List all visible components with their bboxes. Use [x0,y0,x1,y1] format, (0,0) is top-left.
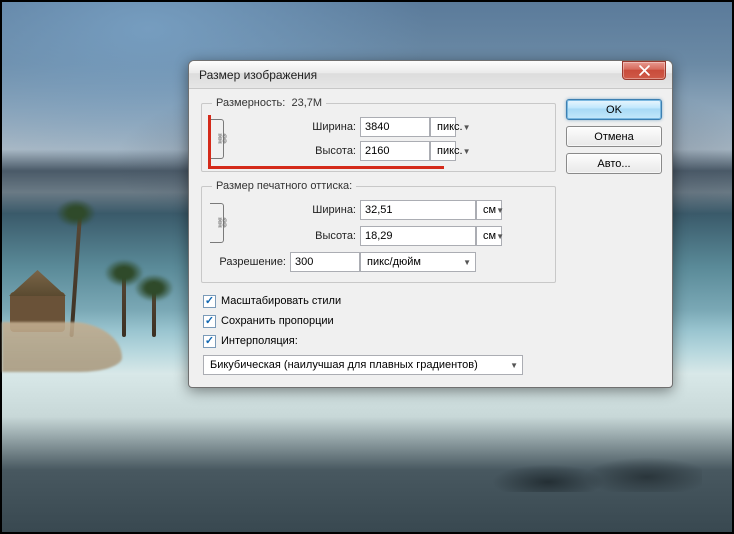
scale-styles-checkbox[interactable] [203,295,216,308]
dialog-title: Размер изображения [199,68,317,82]
print-width-label: Ширина: [290,204,360,216]
print-height-label: Высота: [290,230,360,242]
print-size-group: Размер печатного оттиска: Ширина: см ▼ ⛓… [201,180,556,283]
wallpaper-palm [152,282,156,337]
resolution-unit-select[interactable]: пикс/дюйм ▼ [360,252,476,272]
print-height-input[interactable] [360,226,476,246]
wallpaper-palm [122,267,126,337]
wallpaper-beach [2,322,122,372]
pixel-width-unit-select[interactable]: пикс. ▼ [430,117,456,137]
width-label: Ширина: [290,121,360,133]
ok-button[interactable]: OK [566,99,662,120]
close-icon [639,65,650,76]
wallpaper-palm [74,207,78,337]
pixel-height-unit-select[interactable]: пикс. ▼ [430,141,456,161]
print-height-unit-select[interactable]: см ▼ [476,226,502,246]
resample-checkbox[interactable] [203,335,216,348]
link-bracket: ⛓ [210,119,224,159]
chevron-down-icon: ▼ [510,361,518,370]
wallpaper-rocks [482,442,702,492]
pixel-dimensions-group: Размерность: 23,7M Ширина: пикс. ▼ ⛓ Выс… [201,97,556,172]
chevron-down-icon: ▼ [463,123,471,132]
interpolation-method-select[interactable]: Бикубическая (наилучшая для плавных град… [203,355,523,375]
print-size-legend: Размер печатного оттиска: [212,180,356,192]
titlebar[interactable]: Размер изображения [189,61,672,89]
resolution-label: Разрешение: [212,256,290,268]
auto-button[interactable]: Авто... [566,153,662,174]
chevron-down-icon: ▼ [496,232,504,241]
chevron-down-icon: ▼ [463,147,471,156]
cancel-button[interactable]: Отмена [566,126,662,147]
chevron-down-icon: ▼ [496,206,504,215]
link-bracket: ⛓ [210,203,224,243]
constrain-proportions-checkbox[interactable] [203,315,216,328]
resample-label: Интерполяция: [221,335,298,347]
pixel-dimensions-legend: Размерность: 23,7M [212,97,326,109]
scale-styles-label: Масштабировать стили [221,295,341,307]
chain-icon: ⛓ [216,134,229,145]
pixel-height-input[interactable] [360,141,430,161]
chain-icon: ⛓ [216,218,229,229]
height-label: Высота: [290,145,360,157]
print-width-unit-select[interactable]: см ▼ [476,200,502,220]
chevron-down-icon: ▼ [463,258,471,267]
pixel-width-input[interactable] [360,117,430,137]
close-button[interactable] [622,61,666,80]
print-width-input[interactable] [360,200,476,220]
resolution-input[interactable] [290,252,360,272]
image-size-dialog: Размер изображения Размерность: 23,7M Ши… [188,60,673,388]
constrain-proportions-label: Сохранить пропорции [221,315,334,327]
